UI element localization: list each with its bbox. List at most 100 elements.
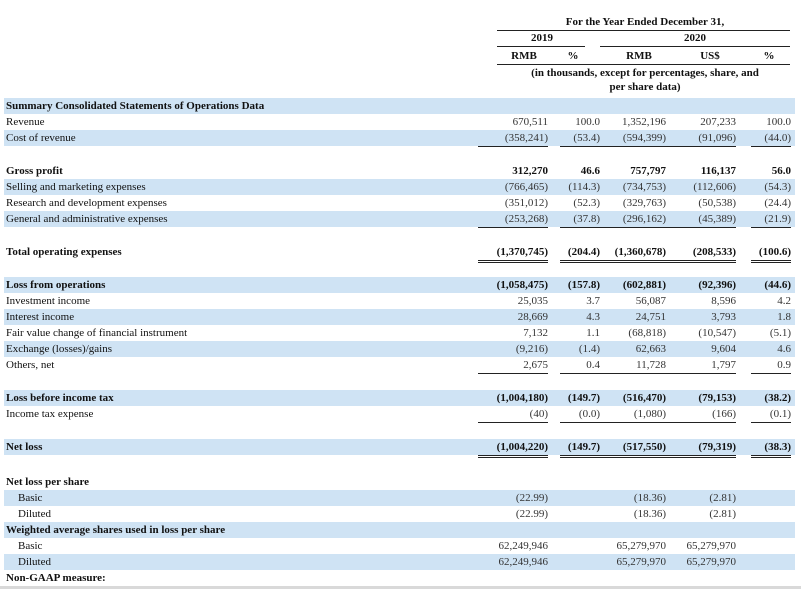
row-value: (54.3): [764, 181, 791, 193]
row-value: 62,663: [635, 343, 666, 355]
total-double-rule: [666, 260, 736, 263]
subtotal-rule: [478, 146, 548, 147]
table-row: Non-GAAP measure:: [4, 570, 795, 586]
row-value: (18.36): [633, 508, 666, 520]
subtotal-rule: [666, 422, 736, 423]
row-label: Cost of revenue: [6, 132, 76, 144]
row-value: (45,389): [698, 213, 736, 225]
row-value: (44.6): [764, 279, 791, 291]
row-label: Research and development expenses: [6, 197, 167, 209]
row-value: 3,793: [711, 311, 736, 323]
row-label: General and administrative expenses: [6, 213, 168, 225]
row-value: (594,399): [622, 132, 666, 144]
row-value: (79,153): [698, 392, 736, 404]
row-value: (22.99): [515, 508, 548, 520]
row-label: Summary Consolidated Statements of Opera…: [6, 100, 265, 112]
header-note-line2: per share data): [609, 81, 681, 93]
row-value: (38.3): [764, 441, 791, 453]
subtotal-rule: [751, 422, 791, 423]
table-row: Weighted average shares used in loss per…: [4, 522, 795, 538]
row-value: (516,470): [622, 392, 666, 404]
row-value: (766,465): [504, 181, 548, 193]
row-label: Net loss per share: [6, 476, 90, 488]
table-row: Revenue 670,511 100.0 1,352,196 207,233 100.0: [4, 114, 795, 130]
total-double-rule: [666, 455, 736, 458]
subtotal-rule: [586, 227, 666, 228]
subtotal-rule: [666, 373, 736, 374]
row-value: (1,004,180): [496, 392, 548, 404]
row-label: Interest income: [6, 311, 75, 323]
row-value: 0.9: [777, 359, 791, 371]
header-period: For the Year Ended December 31,: [565, 16, 725, 28]
table-row: Investment income 25,035 3.7 56,087 8,596 4.2: [4, 293, 795, 309]
row-label: Income tax expense: [6, 408, 94, 420]
header-col-rmb-2020: RMB: [626, 50, 652, 62]
table-row: Interest income 28,669 4.3 24,751 3,793 1.8: [4, 309, 795, 325]
header-note-line1: (in thousands, except for percentages, s…: [531, 67, 759, 79]
header-year-2019: 2019: [531, 32, 553, 44]
row-value: (44.0): [764, 132, 791, 144]
row-value: (1,004,220): [496, 441, 548, 453]
row-label: Loss before income tax: [6, 392, 114, 404]
row-value: 65,279,970: [686, 556, 737, 568]
row-value: (253,268): [504, 213, 548, 225]
row-value: 670,511: [512, 116, 548, 128]
row-label: Weighted average shares used in loss per…: [6, 524, 226, 536]
table-row: Research and development expenses (351,01…: [4, 195, 795, 211]
subtotal-rule: [586, 422, 666, 423]
subtotal-rule: [586, 373, 666, 374]
table-row: Gross profit 312,270 46.6 757,797 116,137 56.…: [4, 163, 795, 179]
row-value: (329,763): [622, 197, 666, 209]
total-double-rule: [478, 260, 548, 263]
row-value: (9,216): [515, 343, 548, 355]
total-double-rule: [751, 455, 791, 458]
row-label: Diluted: [18, 508, 51, 520]
subtotal-rule: [478, 422, 548, 423]
header-rule-cols: [497, 64, 790, 65]
table-row: Income tax expense (40) (0.0) (1,080) (166)(…: [4, 406, 795, 422]
row-label: Others, net: [6, 359, 55, 371]
total-double-rule: [586, 455, 666, 458]
row-label: Revenue: [6, 116, 45, 128]
row-value: (24.4): [764, 197, 791, 209]
row-value: 116,137: [700, 165, 736, 177]
row-value: (38.2): [764, 392, 791, 404]
row-value: (40): [529, 408, 548, 420]
table-row: Diluted (22.99) (18.36) (2.81): [4, 506, 795, 522]
row-value: 65,279,970: [686, 540, 737, 552]
row-value: (22.99): [515, 492, 548, 504]
subtotal-rule: [666, 146, 736, 147]
row-value: (100.6): [758, 246, 791, 258]
row-value: 1,797: [711, 359, 736, 371]
header-col-pct-2019: %: [567, 50, 579, 62]
row-value: (358,241): [504, 132, 548, 144]
row-value: 100.0: [766, 116, 791, 128]
subtotal-rule: [751, 373, 791, 374]
table-row: Loss from operations (1,058,475) (157.8) (6…: [4, 277, 795, 293]
row-value: 2,675: [523, 359, 548, 371]
row-value: (79,319): [698, 441, 736, 453]
row-value: (18.36): [633, 492, 666, 504]
row-value: (208,533): [692, 246, 736, 258]
row-value: (166): [712, 408, 736, 420]
row-label: Exchange (losses)/gains: [6, 343, 112, 355]
row-value: 11,728: [636, 359, 666, 371]
subtotal-rule: [478, 227, 548, 228]
row-value: (5.1): [769, 327, 791, 339]
row-value: (21.9): [764, 213, 791, 225]
row-label: Loss from operations: [6, 279, 106, 291]
table-row: Net loss (1,004,220) (149.7) (517,550) (79,3…: [4, 439, 795, 455]
row-value: 56,087: [635, 295, 666, 307]
financial-table-page: For the Year Ended December 31, 2019 202…: [0, 0, 801, 589]
row-label: Gross profit: [6, 165, 63, 177]
row-value: 1,352,196: [622, 116, 666, 128]
row-value: (1,360,678): [614, 246, 666, 258]
row-label: Selling and marketing expenses: [6, 181, 146, 193]
row-value: 312,270: [512, 165, 548, 177]
header-col-rmb-2019: RMB: [511, 50, 537, 62]
row-value: (10,547): [698, 327, 736, 339]
table-row: General and administrative expenses (253,…: [4, 211, 795, 227]
row-value: (0.1): [769, 408, 791, 420]
table-row: Others, net 2,675 0.4 11,728 1,797 0.9: [4, 357, 795, 373]
row-value: (68,818): [628, 327, 666, 339]
